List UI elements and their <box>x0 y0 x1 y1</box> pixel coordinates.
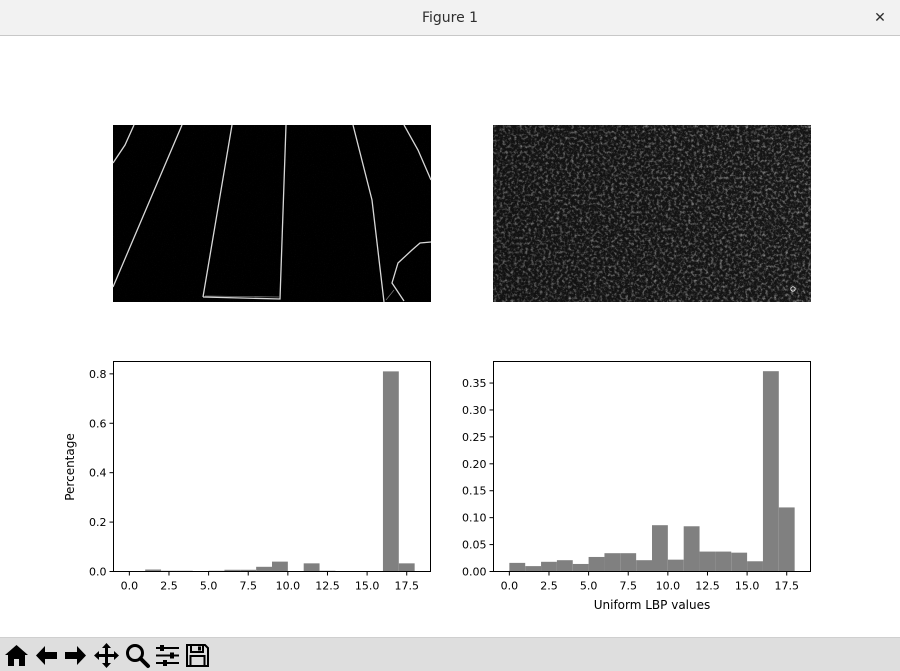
histogram-bar <box>762 371 779 572</box>
x-tick-label: 10.0 <box>276 580 301 593</box>
back-arrow-icon[interactable] <box>33 642 60 669</box>
x-tick-label: 7.5 <box>239 580 257 593</box>
x-tick-label: 0.0 <box>501 580 519 593</box>
window-title: Figure 1 <box>421 10 479 26</box>
histogram-bar <box>541 561 557 572</box>
histogram-bar <box>683 526 700 572</box>
chart-left-ylabel: Percentage <box>63 433 77 501</box>
y-tick-label: 0.05 <box>462 539 487 552</box>
histogram-bar <box>652 525 668 572</box>
y-tick-label: 0.0 <box>89 566 107 579</box>
y-tick-label: 0.2 <box>89 516 107 529</box>
x-tick-label: 0.0 <box>121 580 139 593</box>
chart-right-xlabel: Uniform LBP values <box>594 598 711 612</box>
configure-subplots-icon[interactable] <box>154 642 181 669</box>
histogram-bar <box>303 563 320 572</box>
histogram-bar <box>731 552 748 572</box>
histogram-bar <box>715 551 732 572</box>
histogram-bar <box>398 563 415 572</box>
histogram-bar <box>509 562 526 572</box>
y-tick-label: 0.30 <box>462 404 487 417</box>
x-tick-label: 7.5 <box>619 580 637 593</box>
forward-arrow-icon[interactable] <box>62 642 89 669</box>
texture-image <box>493 125 811 302</box>
x-tick-label: 5.0 <box>580 580 598 593</box>
histogram-bar <box>572 563 589 572</box>
x-tick-label: 10.0 <box>656 580 681 593</box>
x-tick-label: 12.5 <box>315 580 340 593</box>
zoom-icon[interactable] <box>124 642 151 669</box>
histogram-bar <box>556 560 573 572</box>
histogram-bar <box>525 566 542 572</box>
window-titlebar: Figure 1 ✕ <box>0 0 900 36</box>
x-tick-label: 17.5 <box>394 580 419 593</box>
x-tick-label: 2.5 <box>540 580 558 593</box>
x-tick-label: 5.0 <box>200 580 218 593</box>
x-tick-label: 17.5 <box>774 580 799 593</box>
histogram-bar <box>620 553 637 572</box>
edge-image <box>112 124 432 303</box>
figure-canvas: 0.0 2.5 5.0 7.5 10.0 12.5 15.0 17.5 0.0 0.2 0.4 0.… <box>0 37 900 637</box>
histogram-chart-right: 0.0 2.5 5.0 7.5 10.0 12.5 15.0 17.5 0.00 0.05 0.1… <box>462 361 811 612</box>
y-tick-label: 0.15 <box>462 485 487 498</box>
close-icon[interactable]: ✕ <box>868 6 892 30</box>
histogram-bar <box>778 507 795 572</box>
x-tick-label: 15.0 <box>355 580 380 593</box>
y-tick-label: 0.35 <box>462 377 487 390</box>
histogram-bar <box>382 371 399 572</box>
histogram-bar <box>272 561 288 572</box>
x-tick-label: 12.5 <box>695 580 720 593</box>
y-tick-label: 0.25 <box>462 431 487 444</box>
histogram-bar <box>747 561 763 572</box>
histogram-bar <box>667 559 684 572</box>
save-icon[interactable] <box>184 642 211 669</box>
navigation-toolbar <box>0 637 900 671</box>
histogram-chart-left: 0.0 2.5 5.0 7.5 10.0 12.5 15.0 17.5 0.0 0.2 0.4 0.… <box>63 361 431 593</box>
histogram-bar <box>699 551 716 572</box>
y-tick-label: 0.00 <box>462 566 487 579</box>
histogram-bar <box>604 553 621 572</box>
y-tick-label: 0.20 <box>462 458 487 471</box>
pan-icon[interactable] <box>93 642 120 669</box>
x-tick-label: 2.5 <box>160 580 178 593</box>
y-tick-label: 0.8 <box>89 368 107 381</box>
y-tick-label: 0.4 <box>89 467 107 480</box>
histogram-bar <box>588 556 605 572</box>
x-tick-label: 15.0 <box>735 580 760 593</box>
y-tick-label: 0.6 <box>89 417 107 430</box>
histogram-bar <box>256 566 272 572</box>
y-tick-label: 0.10 <box>462 512 487 525</box>
home-icon[interactable] <box>3 642 30 669</box>
histogram-bar <box>636 560 652 572</box>
